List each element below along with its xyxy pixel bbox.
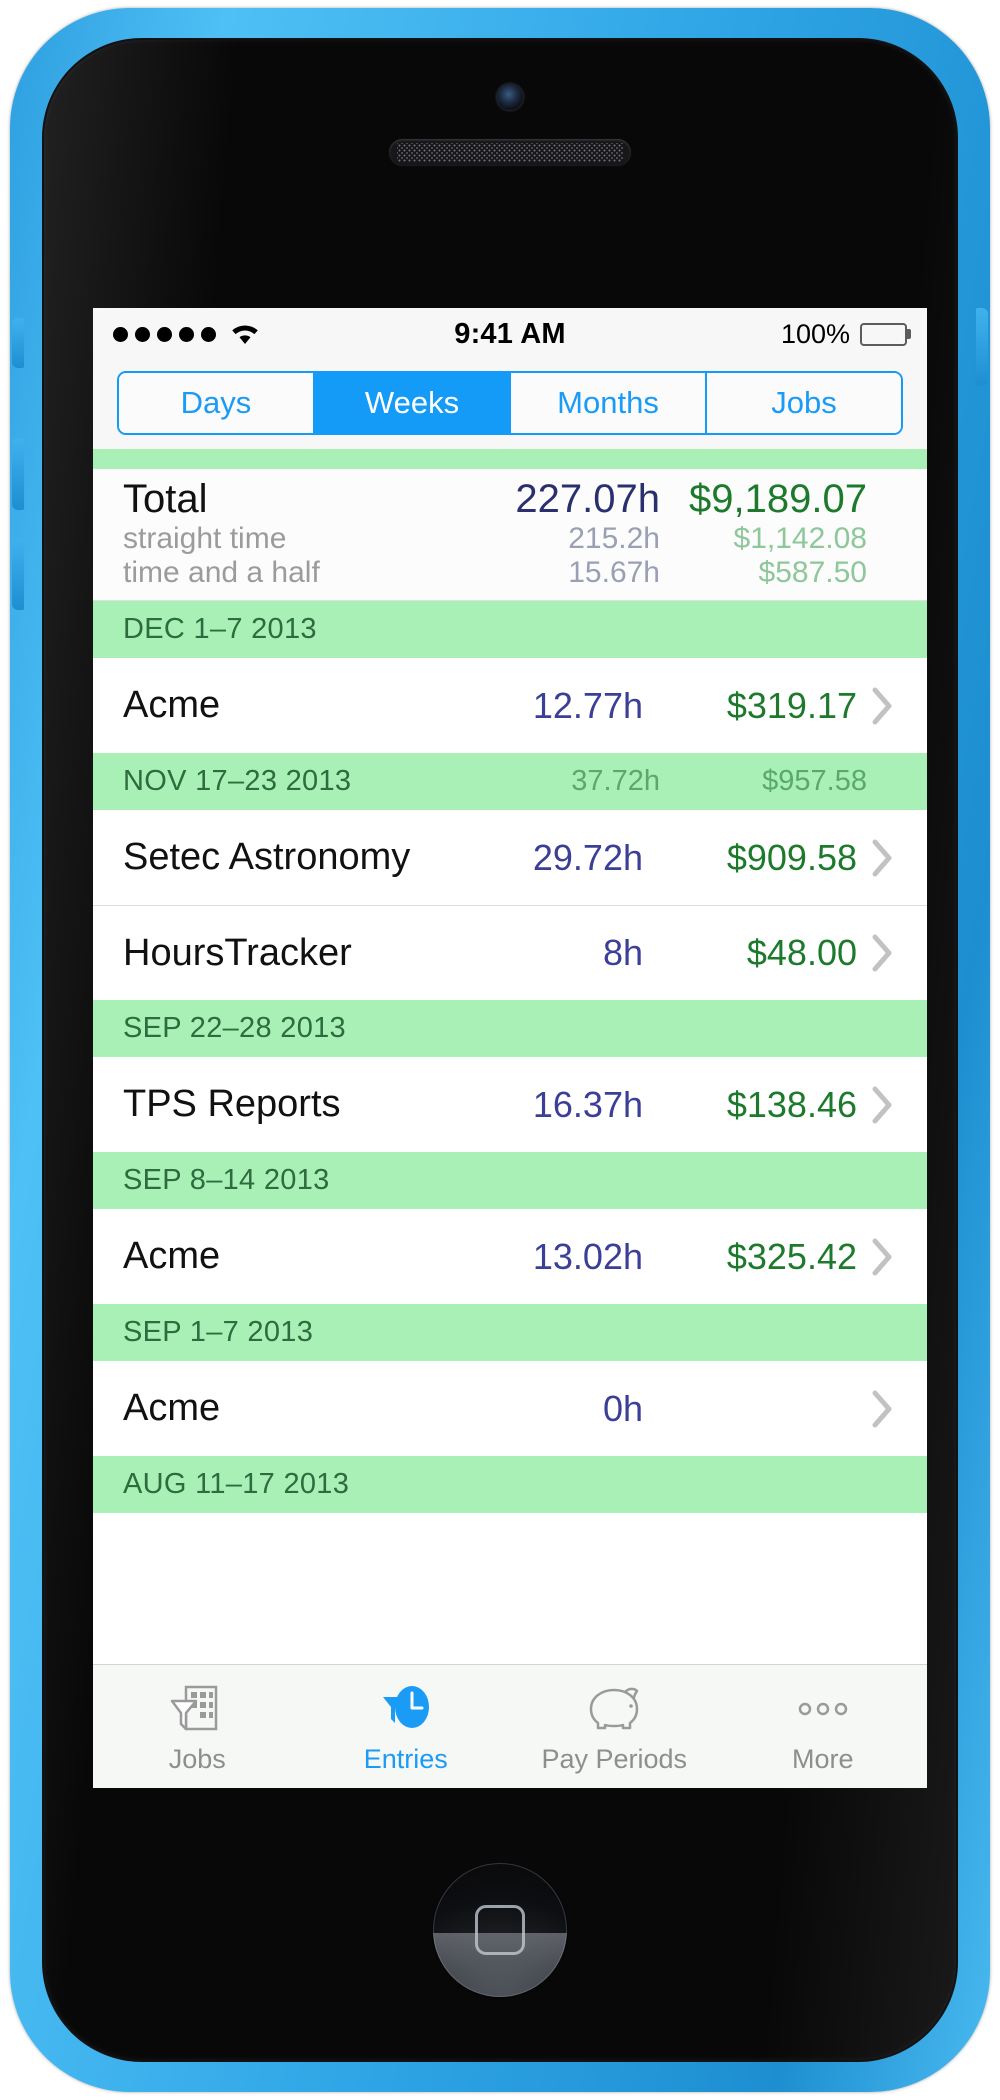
section-title: AUG 11–17 2013 xyxy=(123,1468,350,1500)
section-title: DEC 1–7 2013 xyxy=(123,613,317,645)
status-bar-time: 9:41 AM xyxy=(454,317,566,350)
home-square-icon xyxy=(475,1905,525,1955)
overtime-hours: 15.67h xyxy=(568,556,660,589)
section-header-sep-22-28: SEP 22–28 2013 xyxy=(93,1000,927,1057)
table-row[interactable]: Acme 0h xyxy=(93,1361,927,1456)
entry-job-name: HoursTracker xyxy=(123,931,352,974)
total-overtime-line: time and a half 15.67h $587.50 xyxy=(123,556,909,590)
total-label: Total xyxy=(123,477,208,521)
entry-job-name: Acme xyxy=(123,684,221,726)
table-row[interactable]: Setec Astronomy 29.72h $909.58 xyxy=(93,810,927,905)
section-title: NOV 17–23 2013 xyxy=(123,765,352,797)
segment-days[interactable]: Days xyxy=(119,373,315,433)
table-row[interactable]: Acme 12.77h $319.17 xyxy=(93,658,927,753)
tab-pay-periods[interactable]: Pay Periods xyxy=(510,1665,719,1788)
tab-bar: Jobs Entries Pay Periods More xyxy=(93,1664,927,1788)
chevron-right-icon xyxy=(857,839,909,877)
list-top-green-strip xyxy=(93,449,927,469)
status-bar: 9:41 AM 100% xyxy=(93,308,927,360)
segment-weeks[interactable]: Weeks xyxy=(315,373,511,433)
chevron-right-icon xyxy=(857,1086,909,1124)
section-amount: $957.58 xyxy=(762,765,867,797)
entry-hours: 0h xyxy=(602,1387,643,1429)
section-header-dec-1-7: DEC 1–7 2013 xyxy=(93,601,927,658)
entry-amount: $138.46 xyxy=(726,1083,857,1125)
section-header-sep-1-7: SEP 1–7 2013 xyxy=(93,1304,927,1361)
tab-entries[interactable]: Entries xyxy=(302,1665,511,1788)
earpiece-speaker xyxy=(389,139,631,166)
home-button[interactable] xyxy=(433,1863,567,1997)
tab-jobs[interactable]: Jobs xyxy=(93,1665,302,1788)
battery-icon xyxy=(860,322,911,346)
section-header-aug-11-17: AUG 11–17 2013 xyxy=(93,1456,927,1513)
chevron-right-icon xyxy=(857,1390,909,1428)
building-filter-icon xyxy=(168,1678,226,1740)
phone-frame: 9:41 AM 100% Days Weeks Months Jobs Tota… xyxy=(10,8,990,2092)
volume-down-button[interactable] xyxy=(12,538,24,610)
section-title: SEP 1–7 2013 xyxy=(123,1316,314,1348)
section-title: SEP 22–28 2013 xyxy=(123,1012,346,1044)
tab-label: Entries xyxy=(363,1744,448,1774)
section-header-sep-8-14: SEP 8–14 2013 xyxy=(93,1152,927,1209)
entry-amount: $325.42 xyxy=(726,1235,857,1277)
tab-more[interactable]: More xyxy=(719,1665,928,1788)
straight-time-hours: 215.2h xyxy=(568,522,660,555)
total-summary: Total 227.07h $9,189.07 straight time 21… xyxy=(93,469,927,601)
tab-label: Jobs xyxy=(168,1744,226,1774)
front-camera-icon xyxy=(497,84,523,110)
tab-label: More xyxy=(791,1744,854,1774)
overtime-label: time and a half xyxy=(123,556,320,589)
table-row[interactable]: TPS Reports 16.37h $138.46 xyxy=(93,1057,927,1152)
straight-time-label: straight time xyxy=(123,522,287,555)
entries-list: Total 227.07h $9,189.07 straight time 21… xyxy=(93,449,927,1653)
section-title: SEP 8–14 2013 xyxy=(123,1164,330,1196)
total-straight-time-line: straight time 215.2h $1,142.08 xyxy=(123,522,909,556)
entry-hours: 13.02h xyxy=(532,1235,643,1277)
section-hours: 37.72h xyxy=(571,765,660,797)
total-hours: 227.07h xyxy=(515,477,660,521)
total-main-line: Total 227.07h $9,189.07 xyxy=(123,477,909,522)
entry-job-name: Acme xyxy=(123,1235,221,1277)
entry-hours: 12.77h xyxy=(532,684,643,726)
section-header-nov-17-23: NOV 17–23 2013 37.72h $957.58 xyxy=(93,753,927,810)
power-button[interactable] xyxy=(976,308,988,386)
piggy-bank-icon xyxy=(581,1678,647,1740)
ring-silent-switch[interactable] xyxy=(12,318,24,368)
table-row[interactable]: HoursTracker 8h $48.00 xyxy=(93,905,927,1000)
phone-screen: 9:41 AM 100% Days Weeks Months Jobs Tota… xyxy=(93,308,927,1788)
total-amount: $9,189.07 xyxy=(689,477,867,521)
segment-months[interactable]: Months xyxy=(511,373,707,433)
entry-amount: $48.00 xyxy=(746,932,857,973)
entry-hours: 8h xyxy=(602,932,643,973)
ellipsis-icon xyxy=(788,1678,858,1740)
segment-jobs[interactable]: Jobs xyxy=(707,373,901,433)
clock-filter-icon xyxy=(377,1678,435,1740)
chevron-right-icon xyxy=(857,1238,909,1276)
entry-amount: $909.58 xyxy=(726,836,857,878)
list-bottom-spacer xyxy=(93,1513,927,1653)
period-segmented-control[interactable]: Days Weeks Months Jobs xyxy=(117,371,903,435)
entry-job-name: Acme xyxy=(123,1387,221,1429)
entry-amount: $319.17 xyxy=(726,684,857,726)
segmented-control-bar: Days Weeks Months Jobs xyxy=(93,360,927,449)
chevron-right-icon xyxy=(857,687,909,725)
entry-job-name: TPS Reports xyxy=(123,1083,341,1125)
entry-job-name: Setec Astronomy xyxy=(123,836,411,878)
tab-label: Pay Periods xyxy=(541,1744,688,1774)
table-row[interactable]: Acme 13.02h $325.42 xyxy=(93,1209,927,1304)
overtime-amount: $587.50 xyxy=(758,556,867,589)
volume-up-button[interactable] xyxy=(12,438,24,510)
entry-hours: 29.72h xyxy=(532,836,643,878)
straight-time-amount: $1,142.08 xyxy=(733,522,867,555)
chevron-right-icon xyxy=(857,934,909,972)
entry-hours: 16.37h xyxy=(532,1083,643,1125)
